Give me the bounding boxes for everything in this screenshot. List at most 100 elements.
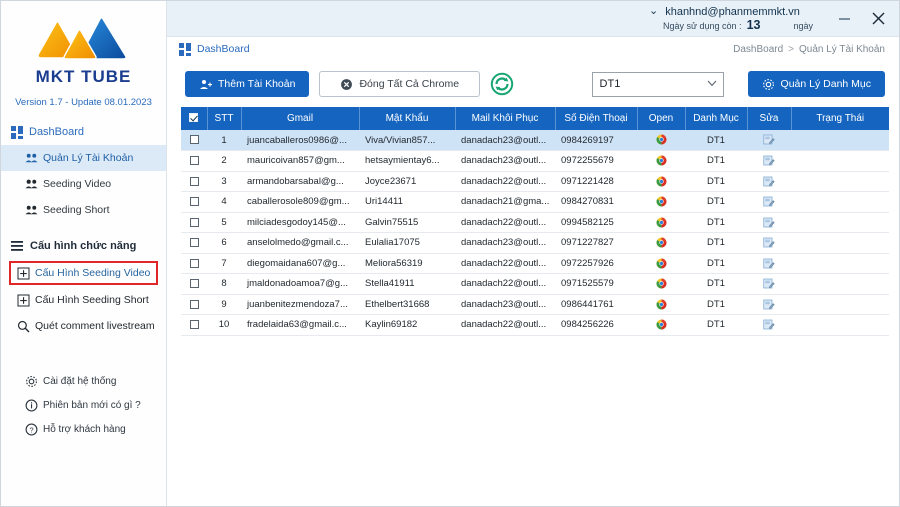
table-row[interactable]: 2 mauricoivan857@gm... hetsaymientay6... da… bbox=[181, 150, 889, 172]
sidebar-item-quan-ly-tai-khoan[interactable]: Quản Lý Tài Khoản bbox=[1, 145, 166, 171]
cell-sua[interactable] bbox=[747, 253, 791, 274]
cell-sua[interactable] bbox=[747, 150, 791, 172]
cell-open[interactable] bbox=[637, 273, 685, 295]
row-checkbox[interactable] bbox=[189, 238, 199, 248]
users-icon bbox=[25, 178, 38, 191]
column-header-mail-khoi-phuc[interactable]: Mail Khôi Phục bbox=[455, 107, 556, 130]
row-checkbox-cell[interactable] bbox=[181, 212, 207, 233]
table-row[interactable]: 1 juancaballeros0986@... Viva/Vivian857...… bbox=[181, 130, 889, 151]
days-remaining-label: Ngày sử dụng còn : bbox=[662, 20, 742, 31]
cell-open[interactable] bbox=[637, 212, 685, 233]
row-checkbox-cell[interactable] bbox=[181, 191, 207, 213]
cell-gmail: anselolmedo@gmail.c... bbox=[241, 232, 359, 254]
table-row[interactable]: 3 armandobarsabal@g... Joyce23671 danadach2… bbox=[181, 171, 889, 192]
cell-sua[interactable] bbox=[747, 130, 791, 151]
row-checkbox[interactable] bbox=[189, 258, 199, 268]
cell-sua[interactable] bbox=[747, 314, 791, 336]
row-checkbox-cell[interactable] bbox=[181, 150, 207, 172]
cell-stt: 2 bbox=[207, 150, 241, 172]
table-head: STT Gmail Mật Khẩu Mail Khôi Phục Số Điệ… bbox=[181, 107, 889, 130]
sidebar-item-quet-comment-livestream[interactable]: Quét comment livestream bbox=[1, 313, 166, 339]
row-checkbox-cell[interactable] bbox=[181, 314, 207, 336]
column-header-gmail[interactable]: Gmail bbox=[241, 107, 360, 130]
sidebar-item-phien-ban-moi[interactable]: Phiên bản mới có gì ? bbox=[1, 393, 166, 417]
sidebar-item-seeding-short[interactable]: Seeding Short bbox=[1, 197, 166, 223]
sidebar-item-cai-dat-he-thong-label: Cài đặt hệ thống bbox=[43, 375, 117, 387]
row-checkbox[interactable] bbox=[189, 176, 199, 186]
row-checkbox-cell[interactable] bbox=[181, 294, 207, 315]
cell-sua[interactable] bbox=[747, 294, 791, 315]
add-account-button[interactable]: Thêm Tài Khoản bbox=[185, 71, 310, 97]
column-header-open[interactable]: Open bbox=[637, 107, 686, 130]
sidebar-item-cau-hinh-seeding-video[interactable]: Cấu Hình Seeding Video bbox=[9, 261, 158, 285]
sidebar-item-cau-hinh-seeding-short[interactable]: Cấu Hình Seeding Short bbox=[1, 287, 166, 313]
chevron-down-icon[interactable]: ⌄ bbox=[649, 6, 658, 17]
refresh-icon[interactable] bbox=[490, 72, 514, 96]
cell-mail-khoi-phuc: danadach23@outl... bbox=[455, 130, 555, 151]
minimize-button[interactable] bbox=[827, 2, 861, 36]
table-row[interactable]: 4 caballerosole809@gm... Uri14411 danadach2… bbox=[181, 191, 889, 213]
cell-so-dien-thoai: 0984270831 bbox=[555, 191, 637, 213]
cell-open[interactable] bbox=[637, 253, 685, 274]
cell-sua[interactable] bbox=[747, 273, 791, 295]
account-info[interactable]: ⌄ khanhnd@phanmemmkt.vn Ngày sử dụng còn… bbox=[649, 6, 813, 32]
cell-danh-muc: DT1 bbox=[685, 273, 747, 295]
cell-gmail: milciadesgodoy145@... bbox=[241, 212, 359, 233]
sidebar-item-seeding-video[interactable]: Seeding Video bbox=[1, 171, 166, 197]
sidebar-section-title: Cấu hình chức năng bbox=[30, 240, 137, 252]
close-button[interactable] bbox=[861, 2, 895, 36]
column-header-mat-khau[interactable]: Mật Khẩu bbox=[359, 107, 456, 130]
row-checkbox-cell[interactable] bbox=[181, 232, 207, 254]
close-all-chrome-button[interactable]: Đóng Tất Cả Chrome bbox=[319, 71, 481, 97]
cell-open[interactable] bbox=[637, 294, 685, 315]
cell-mat-khau: Meliora56319 bbox=[359, 253, 455, 274]
manage-category-button[interactable]: Quản Lý Danh Mục bbox=[747, 71, 885, 97]
cell-open[interactable] bbox=[637, 191, 685, 213]
cell-open[interactable] bbox=[637, 130, 685, 151]
table-row[interactable]: 5 milciadesgodoy145@... Galvin75515 danadac… bbox=[181, 212, 889, 233]
row-checkbox-cell[interactable] bbox=[181, 171, 207, 192]
table-row[interactable]: 8 jmaldonadoamoa7@g... Stella41911 danadach… bbox=[181, 273, 889, 295]
cell-sua[interactable] bbox=[747, 212, 791, 233]
cell-open[interactable] bbox=[637, 171, 685, 192]
row-checkbox[interactable] bbox=[189, 156, 199, 166]
table-row[interactable]: 9 juanbenitezmendoza7... Ethelbert31668 dan… bbox=[181, 294, 889, 315]
sidebar-section-cau-hinh: Cấu hình chức năng bbox=[1, 235, 166, 257]
table-body: 1 juancaballeros0986@... Viva/Vivian857...… bbox=[181, 130, 889, 336]
cell-open[interactable] bbox=[637, 314, 685, 336]
category-select[interactable]: DT1 bbox=[591, 71, 724, 97]
table-row[interactable]: 10 fradelaida63@gmail.c... Kaylin69182 dana… bbox=[181, 314, 889, 336]
cell-sua[interactable] bbox=[747, 191, 791, 213]
column-header-trang-thai[interactable]: Trạng Thái bbox=[791, 107, 889, 130]
breadcrumb-root[interactable]: DashBoard bbox=[733, 44, 783, 55]
sidebar-item-dashboard[interactable]: DashBoard bbox=[1, 119, 166, 145]
cell-so-dien-thoai: 0971221428 bbox=[555, 171, 637, 192]
cell-sua[interactable] bbox=[747, 171, 791, 192]
row-checkbox[interactable] bbox=[189, 217, 199, 227]
column-header-danh-muc[interactable]: Danh Mục bbox=[685, 107, 748, 130]
column-header-sua[interactable]: Sửa bbox=[747, 107, 792, 130]
row-checkbox[interactable] bbox=[189, 135, 199, 145]
column-header-checkbox[interactable] bbox=[181, 107, 208, 130]
chrome-icon bbox=[656, 155, 666, 166]
sidebar-item-ho-tro-khach-hang[interactable]: ? Hỗ trợ khách hàng bbox=[1, 417, 166, 441]
cell-open[interactable] bbox=[637, 150, 685, 172]
row-checkbox[interactable] bbox=[189, 320, 199, 330]
select-all-checkbox[interactable] bbox=[189, 112, 199, 122]
table-row[interactable]: 7 diegomaidana607@g... Meliora56319 danadac… bbox=[181, 253, 889, 274]
row-checkbox[interactable] bbox=[189, 299, 199, 309]
row-checkbox-cell[interactable] bbox=[181, 253, 207, 274]
column-header-so-dien-thoai[interactable]: Số Điện Thoại bbox=[555, 107, 638, 130]
add-user-icon bbox=[199, 78, 212, 91]
row-checkbox-cell[interactable] bbox=[181, 273, 207, 295]
column-header-stt[interactable]: STT bbox=[207, 107, 242, 130]
sidebar-item-cai-dat-he-thong[interactable]: Cài đặt hệ thống bbox=[1, 369, 166, 393]
row-checkbox-cell[interactable] bbox=[181, 130, 207, 151]
row-checkbox[interactable] bbox=[189, 197, 199, 207]
svg-text:?: ? bbox=[29, 425, 33, 434]
cell-sua[interactable] bbox=[747, 232, 791, 254]
row-checkbox[interactable] bbox=[189, 279, 199, 289]
cell-open[interactable] bbox=[637, 232, 685, 254]
table-row[interactable]: 6 anselolmedo@gmail.c... Eulalia17075 danad… bbox=[181, 232, 889, 254]
cell-danh-muc: DT1 bbox=[685, 191, 747, 213]
